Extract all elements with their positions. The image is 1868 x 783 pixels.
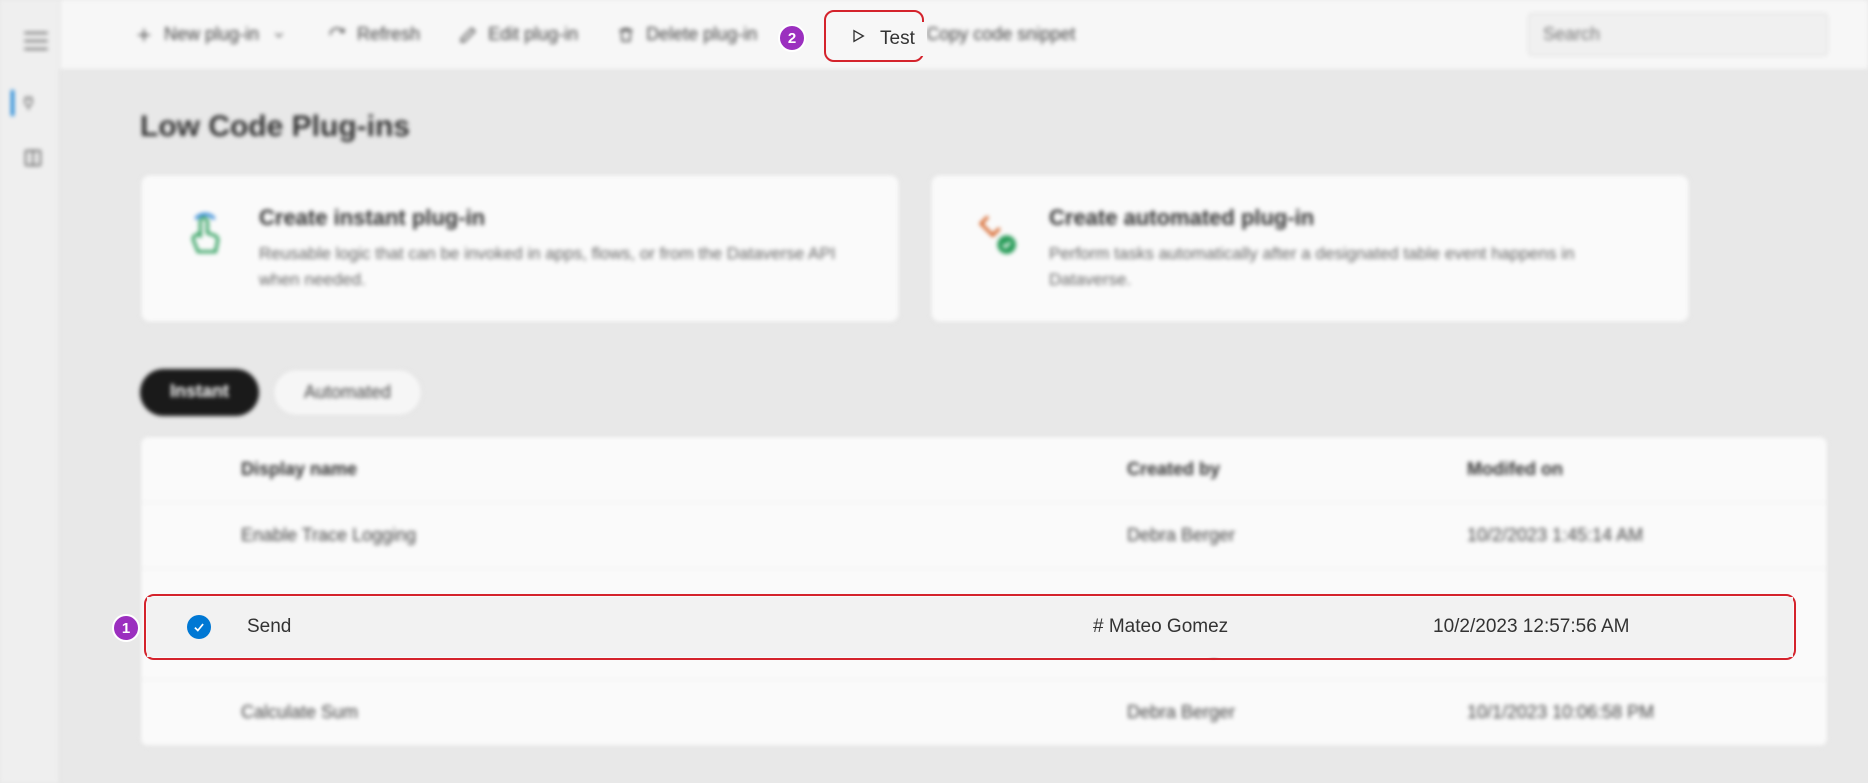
new-plugin-button[interactable]: New plug-in — [120, 16, 303, 53]
copy-label: Copy code snippet — [926, 24, 1075, 45]
table-row[interactable]: Calculate Sum Debra Berger 10/1/2023 10:… — [141, 680, 1827, 746]
annotation-badge-1: 1 — [112, 614, 140, 642]
tap-icon — [177, 205, 233, 261]
instant-card-title: Create instant plug-in — [259, 205, 863, 231]
play-icon — [850, 28, 866, 50]
chevron-down-icon — [269, 25, 289, 45]
col-modified-on[interactable]: Modifed on — [1467, 459, 1807, 480]
tab-instant[interactable]: Instant — [140, 369, 259, 416]
edit-plugin-button[interactable]: Edit plug-in — [444, 16, 592, 53]
left-nav-rail — [0, 0, 60, 783]
row-name: Send — [247, 616, 1093, 638]
automated-card-title: Create automated plug-in — [1049, 205, 1653, 231]
trash-icon — [616, 25, 636, 45]
instant-card-desc: Reusable logic that can be invoked in ap… — [259, 241, 863, 292]
new-plugin-label: New plug-in — [164, 24, 259, 45]
delete-label: Delete plug-in — [646, 24, 757, 45]
row-modified-on: 10/2/2023 12:57:56 AM — [1433, 616, 1773, 638]
plug-icon — [967, 205, 1023, 261]
search-input[interactable] — [1528, 13, 1828, 56]
hamburger-icon[interactable] — [24, 32, 48, 50]
pencil-icon — [458, 25, 478, 45]
table-header-row: Display name Created by Modifed on — [141, 437, 1827, 503]
automated-card-desc: Perform tasks automatically after a desi… — [1049, 241, 1653, 292]
table-row[interactable]: Enable Trace Logging Debra Berger 10/2/2… — [141, 503, 1827, 569]
create-instant-card[interactable]: Create instant plug-in Reusable logic th… — [140, 174, 900, 323]
refresh-icon — [327, 25, 347, 45]
delete-plugin-button[interactable]: Delete plug-in — [602, 16, 771, 53]
test-button-crisp[interactable]: Test — [838, 22, 927, 56]
row-created-by: # Mateo Gomez — [1093, 616, 1433, 638]
table-row-selected-crisp[interactable]: Send # Mateo Gomez 10/2/2023 12:57:56 AM — [147, 597, 1793, 657]
row-selected-check-icon[interactable] — [187, 615, 211, 639]
col-display-name[interactable]: Display name — [241, 459, 1127, 480]
create-automated-card[interactable]: Create automated plug-in Perform tasks a… — [930, 174, 1690, 323]
plus-icon — [134, 25, 154, 45]
plugin-rail-icon[interactable] — [11, 90, 37, 116]
command-bar: New plug-in Refresh Edit plug-in Delete … — [60, 0, 1868, 70]
annotation-badge-2: 2 — [778, 24, 806, 52]
tab-automated[interactable]: Automated — [273, 369, 422, 416]
edit-label: Edit plug-in — [488, 24, 578, 45]
refresh-button[interactable]: Refresh — [313, 16, 434, 53]
page-title: Low Code Plug-ins — [140, 110, 1828, 144]
plugins-table: Display name Created by Modifed on Enabl… — [140, 436, 1828, 747]
book-rail-icon[interactable] — [20, 145, 46, 171]
refresh-label: Refresh — [357, 24, 420, 45]
col-created-by[interactable]: Created by — [1127, 459, 1467, 480]
